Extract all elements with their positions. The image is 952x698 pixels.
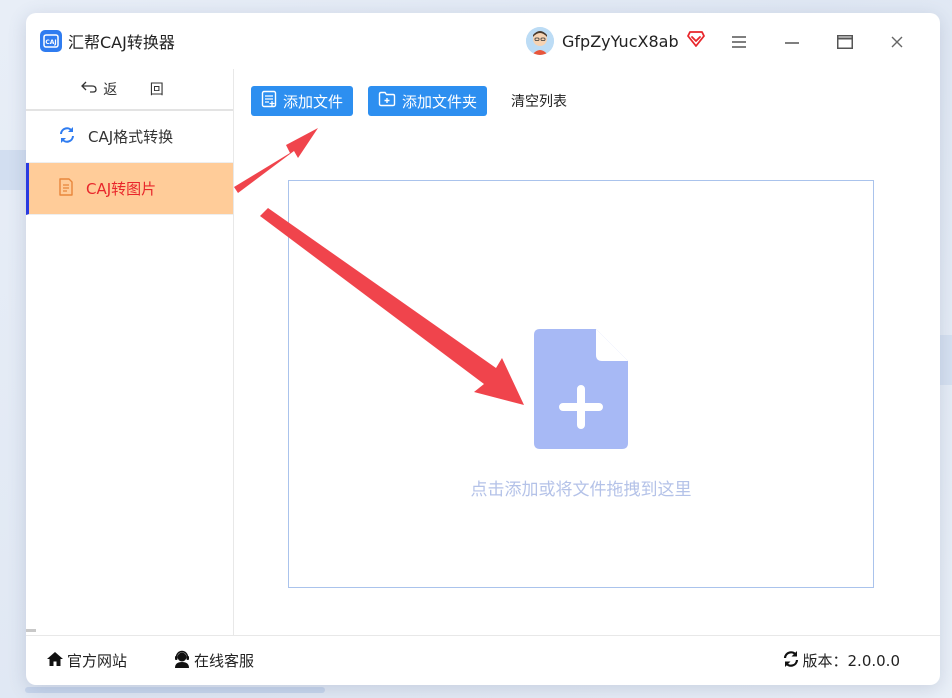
back-arrow-icon bbox=[81, 81, 97, 97]
toolbar: 添加文件 添加文件夹 清空列表 bbox=[251, 86, 567, 116]
svg-text:CAJ: CAJ bbox=[45, 39, 56, 46]
back-button[interactable]: 返 回 bbox=[26, 69, 233, 111]
sidebar-item-caj-to-image[interactable]: CAJ转图片 bbox=[26, 163, 233, 215]
add-file-label: 添加文件 bbox=[283, 92, 344, 111]
add-folder-label: 添加文件夹 bbox=[402, 92, 478, 111]
support-agent-icon bbox=[173, 650, 191, 672]
username: GfpZyYucX8ab bbox=[562, 31, 679, 51]
version-label: 版本：2.0.0.0 bbox=[802, 652, 900, 670]
drop-hint: 点击添加或将文件拖拽到这里 bbox=[470, 480, 692, 500]
avatar[interactable] bbox=[526, 27, 554, 55]
official-website-label: 官方网站 bbox=[67, 652, 128, 670]
maximize-icon[interactable] bbox=[834, 31, 856, 53]
user-info[interactable]: GfpZyYucX8ab bbox=[526, 13, 705, 69]
title-bar: CAJ 汇帮CAJ转换器 GfpZyYucX8ab bbox=[26, 13, 940, 69]
online-support-label: 在线客服 bbox=[194, 652, 255, 670]
version-info: 版本：2.0.0.0 bbox=[782, 650, 900, 672]
refresh-icon bbox=[58, 126, 76, 148]
footer: 官方网站 在线客服 版本：2.0.0.0 bbox=[26, 635, 940, 685]
file-drop-zone[interactable]: 点击添加或将文件拖拽到这里 bbox=[288, 180, 874, 588]
resize-handle[interactable] bbox=[26, 629, 36, 632]
add-folder-icon bbox=[378, 91, 396, 111]
home-icon bbox=[46, 651, 64, 671]
sidebar: 返 回 CAJ格式转换 CAJ转图片 bbox=[26, 69, 234, 635]
minimize-icon[interactable] bbox=[781, 31, 803, 53]
vip-diamond-icon bbox=[686, 31, 705, 51]
add-file-button[interactable]: 添加文件 bbox=[251, 86, 354, 116]
official-website-link[interactable]: 官方网站 bbox=[46, 650, 127, 671]
app-title: 汇帮CAJ转换器 bbox=[68, 33, 175, 52]
add-file-large-icon bbox=[534, 329, 628, 453]
app-window: CAJ 汇帮CAJ转换器 GfpZyYucX8ab 返 回 CAJ格式转换 CA… bbox=[26, 13, 940, 685]
online-support-link[interactable]: 在线客服 bbox=[173, 650, 254, 672]
taskbar-hint bbox=[25, 687, 325, 693]
sidebar-item-label: CAJ格式转换 bbox=[88, 128, 174, 146]
add-file-icon bbox=[261, 90, 277, 112]
sidebar-item-label: CAJ转图片 bbox=[86, 180, 157, 198]
menu-icon[interactable] bbox=[728, 31, 750, 53]
sync-icon bbox=[782, 650, 800, 672]
close-icon[interactable] bbox=[886, 31, 908, 53]
clear-list-button[interactable]: 清空列表 bbox=[511, 91, 567, 111]
document-icon bbox=[58, 177, 74, 200]
app-logo-icon: CAJ bbox=[40, 30, 62, 52]
sidebar-item-caj-format-convert[interactable]: CAJ格式转换 bbox=[26, 111, 233, 163]
add-folder-button[interactable]: 添加文件夹 bbox=[368, 86, 488, 116]
back-label: 返 回 bbox=[103, 82, 178, 98]
